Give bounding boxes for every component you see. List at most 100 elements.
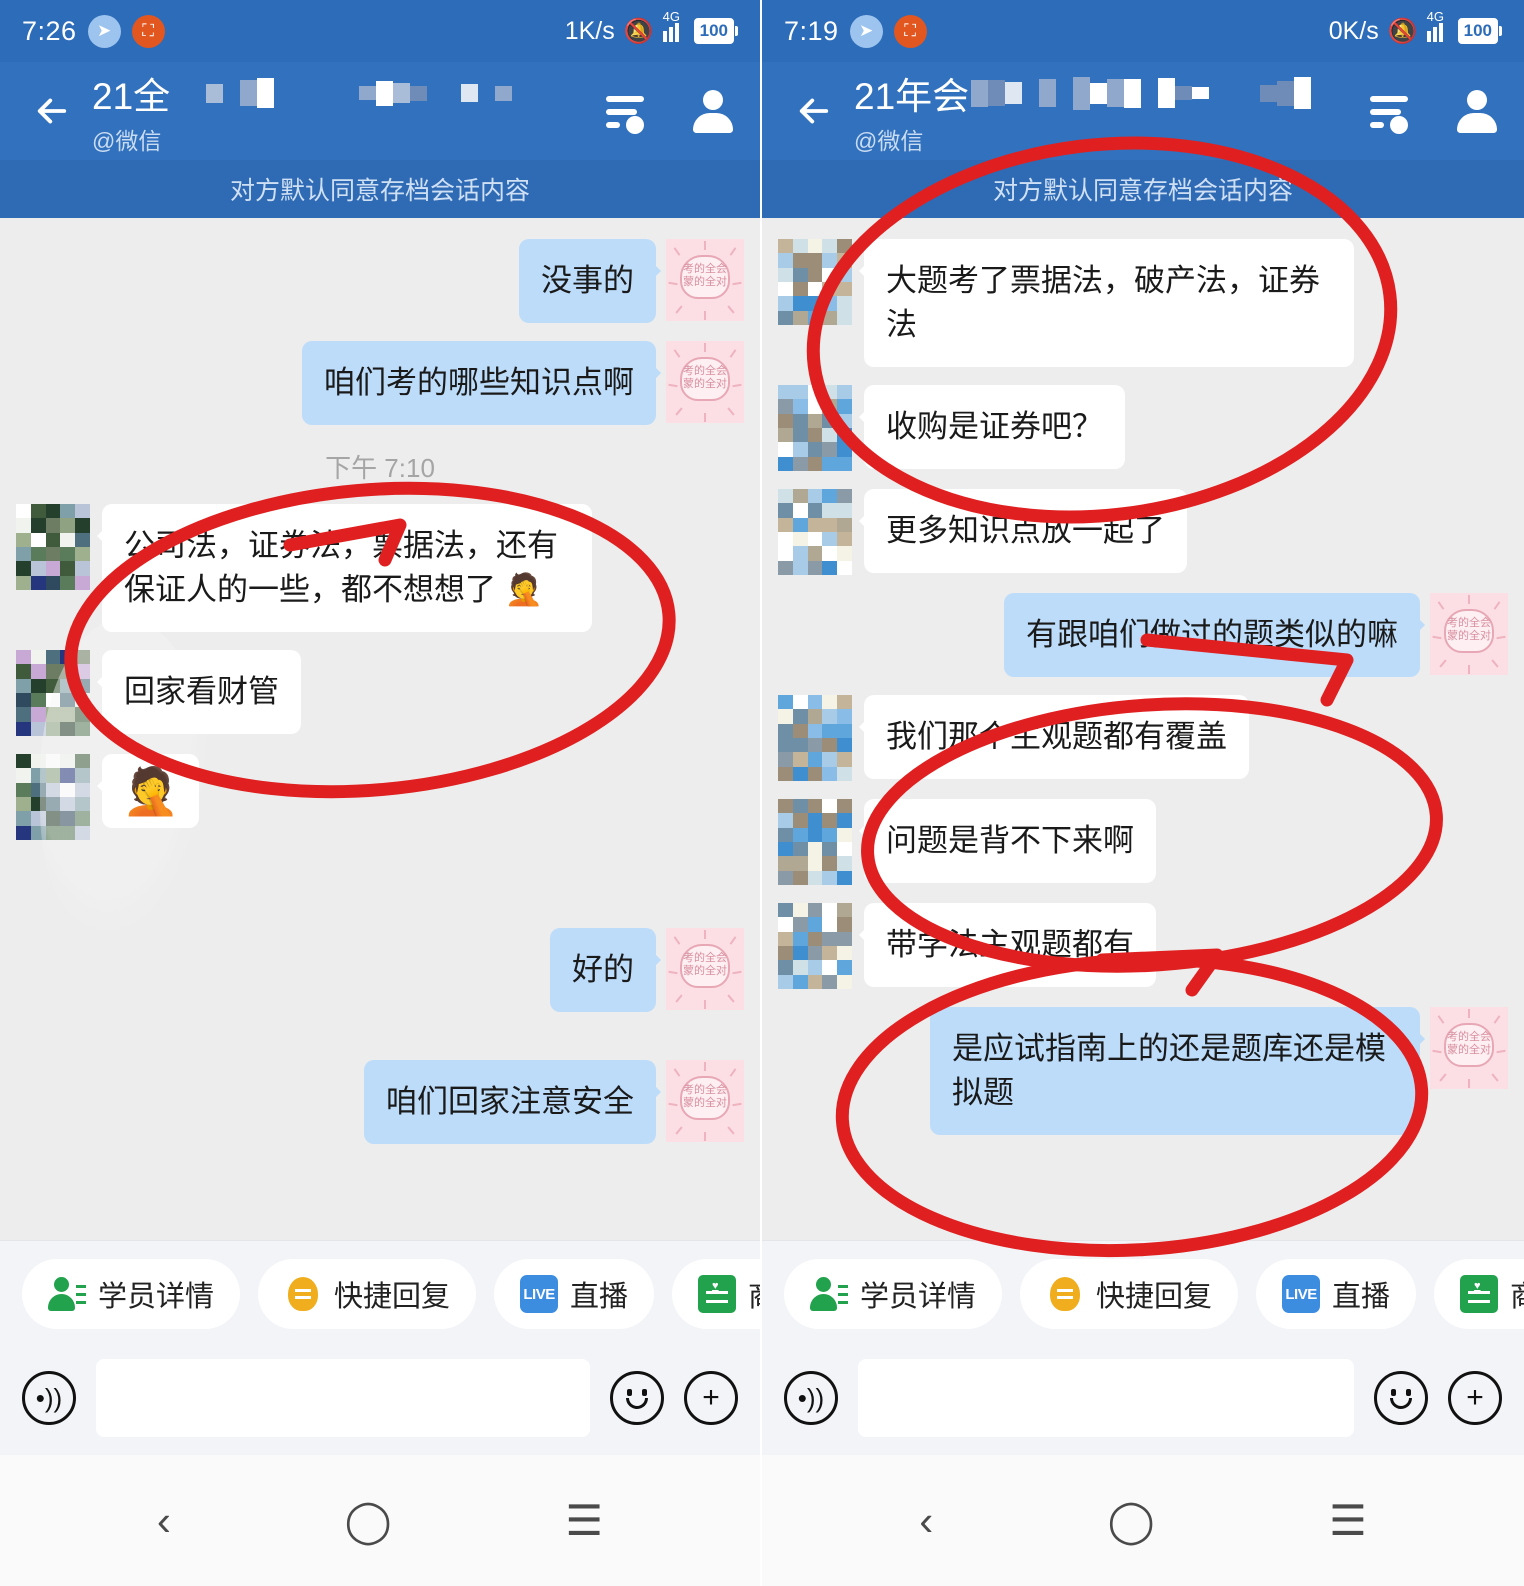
system-home-button[interactable]: ◯ [345, 1496, 392, 1545]
system-navigation-bar[interactable]: ‹ ◯ ☰ [0, 1455, 760, 1586]
smiley-icon[interactable] [1374, 1371, 1428, 1425]
quick-action-student-detail[interactable]: 学员详情 [784, 1259, 1003, 1329]
archive-notice-banner: 对方默认同意存档会话内容 [0, 160, 760, 218]
chat-subtitle: @微信 [92, 128, 162, 154]
system-navigation-bar[interactable]: ‹ ◯ ☰ [762, 1455, 1524, 1586]
filter-settings-icon[interactable] [606, 87, 654, 135]
voice-icon[interactable]: •)) [784, 1371, 838, 1425]
message-row[interactable]: 回家看财管 [0, 641, 760, 745]
message-bubble[interactable]: 问题是背不下来啊 [859, 799, 1156, 884]
status-time: 7:19 [784, 15, 839, 46]
message-bubble[interactable]: 咱们考的哪些知识点啊 [302, 341, 661, 426]
quick-action-bar[interactable]: 学员详情 快捷回复 LIVE 直播 ♥ 商品图册 [762, 1240, 1524, 1345]
message-bubble[interactable]: 大题考了票据法，破产法，证券法 [859, 239, 1354, 368]
avatar[interactable] [778, 385, 852, 472]
avatar[interactable] [778, 489, 852, 576]
message-row[interactable]: 是应试指南上的还是题库还是模拟题 考的全会 蒙的全对 [762, 998, 1524, 1144]
plus-icon[interactable]: + [1448, 1371, 1502, 1425]
person-icon[interactable] [1454, 88, 1500, 134]
quick-action-quick-reply[interactable]: 快捷回复 [258, 1259, 477, 1329]
status-bar: 7:26 ➤ ⛶ 1K/s 🔕 4G 100 [0, 0, 760, 62]
message-bubble[interactable]: 公司法，证券法，票据法，还有保证人的一些，都不想想了 🤦 [97, 504, 592, 633]
quick-action-product-catalog[interactable]: ♥ 商品图册 [1434, 1259, 1524, 1329]
student-detail-icon [48, 1275, 86, 1313]
filter-settings-icon[interactable] [1370, 87, 1418, 135]
exam-luck-sticker: 考的全会 蒙的全对 [666, 239, 744, 321]
exam-luck-sticker: 考的全会 蒙的全对 [666, 928, 744, 1011]
bell-muted-icon: 🔕 [1387, 17, 1418, 45]
exam-luck-sticker: 考的全会 蒙的全对 [666, 341, 744, 424]
system-recents-button[interactable]: ☰ [1329, 1496, 1367, 1545]
avatar[interactable] [778, 799, 852, 886]
exam-luck-sticker: 考的全会 蒙的全对 [1430, 593, 1508, 676]
person-icon[interactable] [690, 88, 736, 134]
chat-header: 21年会 @微信 [762, 62, 1524, 160]
quick-action-live[interactable]: LIVE 直播 [494, 1259, 655, 1329]
back-button[interactable] [24, 83, 80, 139]
message-row[interactable]: 咱们考的哪些知识点啊 考的全会 蒙的全对 [0, 332, 760, 434]
message-input-bar[interactable]: •)) + [0, 1345, 760, 1455]
chat-title: 21年会 [854, 76, 970, 117]
chat-title: 21全 [92, 76, 171, 117]
battery-icon: 100 [693, 18, 738, 44]
quick-reply-icon [1046, 1275, 1084, 1313]
message-row[interactable]: 我们那个主观题都有覆盖 [762, 686, 1524, 790]
message-row[interactable]: 带学法主观题都有 [762, 894, 1524, 998]
chat-screen-right: 7:19 ➤ ⛶ 0K/s 🔕 4G 100 21年会 @微信 对方默认同意存档… [762, 0, 1524, 1586]
avatar[interactable] [778, 239, 852, 325]
redacted-title-mosaic [172, 74, 513, 112]
message-row[interactable]: 收购是证券吧？ [762, 376, 1524, 480]
back-button[interactable] [786, 83, 842, 139]
smiley-icon[interactable] [610, 1371, 664, 1425]
message-bubble[interactable]: 好的 [550, 928, 661, 1013]
message-bubble[interactable]: 更多知识点放一起了 [859, 489, 1187, 574]
exam-luck-sticker: 考的全会 蒙的全对 [666, 1060, 744, 1143]
message-bubble[interactable]: 带学法主观题都有 [859, 903, 1156, 988]
quick-action-bar[interactable]: 学员详情 快捷回复 LIVE 直播 ♥ 商品图册 [0, 1240, 760, 1345]
quick-reply-icon [284, 1275, 322, 1313]
network-speed: 1K/s [564, 16, 615, 45]
system-back-button[interactable]: ‹ [919, 1497, 933, 1545]
message-row[interactable]: 没事的 考的全会 蒙的全对 [0, 230, 760, 332]
message-list[interactable]: 大题考了票据法，破产法，证券法 收购是证券吧？ 更多知识点放一起了 有跟咱们做过… [762, 218, 1524, 1240]
system-back-button[interactable]: ‹ [157, 1497, 171, 1545]
message-row[interactable]: 有跟咱们做过的题类似的嘛 考的全会 蒙的全对 [762, 584, 1524, 686]
message-input[interactable] [858, 1359, 1354, 1437]
message-bubble[interactable]: 我们那个主观题都有覆盖 [859, 695, 1249, 780]
voice-icon[interactable]: •)) [22, 1371, 76, 1425]
message-bubble[interactable]: 有跟咱们做过的题类似的嘛 [1004, 593, 1425, 678]
message-row[interactable]: 大题考了票据法，破产法，证券法 [762, 230, 1524, 376]
quick-action-product-catalog[interactable]: ♥ 商品图册 [672, 1259, 760, 1329]
message-bubble[interactable]: 是应试指南上的还是题库还是模拟题 [930, 1007, 1425, 1136]
avatar[interactable] [16, 504, 90, 591]
exam-luck-sticker: 考的全会 蒙的全对 [1430, 1007, 1508, 1090]
message-bubble[interactable]: 回家看财管 [97, 650, 301, 735]
message-row[interactable]: 咱们回家注意安全 考的全会 蒙的全对 [0, 1051, 760, 1153]
plus-icon[interactable]: + [684, 1371, 738, 1425]
dual-screenshot-container: 7:26 ➤ ⛶ 1K/s 🔕 4G 100 21全 @微信 对方默认同意存档会… [0, 0, 1524, 1586]
message-bubble[interactable]: 🤦 [96, 754, 200, 829]
message-row[interactable]: 更多知识点放一起了 [762, 480, 1524, 584]
avatar[interactable] [778, 695, 852, 782]
status-bar: 7:19 ➤ ⛶ 0K/s 🔕 4G 100 [762, 0, 1524, 62]
quick-action-student-detail[interactable]: 学员详情 [22, 1259, 241, 1329]
message-input[interactable] [96, 1359, 590, 1437]
telegram-icon: ➤ [849, 14, 883, 48]
quick-action-quick-reply[interactable]: 快捷回复 [1020, 1259, 1239, 1329]
message-bubble[interactable]: 没事的 [519, 239, 661, 324]
message-row[interactable]: 问题是背不下来啊 [762, 790, 1524, 894]
product-catalog-icon: ♥ [698, 1275, 737, 1313]
system-recents-button[interactable]: ☰ [565, 1496, 603, 1545]
avatar[interactable] [778, 903, 852, 990]
message-row[interactable]: 公司法，证券法，票据法，还有保证人的一些，都不想想了 🤦 [0, 495, 760, 641]
system-home-button[interactable]: ◯ [1108, 1496, 1155, 1545]
screenshot-crop-icon: ⛶ [893, 14, 927, 48]
telegram-icon: ➤ [87, 14, 121, 48]
message-bubble[interactable]: 收购是证券吧？ [859, 385, 1125, 470]
message-input-bar[interactable]: •)) + [762, 1345, 1524, 1455]
message-list[interactable]: 没事的 考的全会 蒙的全对 咱们考的哪些知识点啊 考的全会 蒙的全对 下午 7:10… [0, 218, 760, 1240]
bell-muted-icon: 🔕 [623, 17, 654, 45]
quick-action-live[interactable]: LIVE 直播 [1256, 1259, 1417, 1329]
message-bubble[interactable]: 咱们回家注意安全 [364, 1060, 661, 1145]
signal-bars-icon: 4G [1426, 9, 1449, 42]
